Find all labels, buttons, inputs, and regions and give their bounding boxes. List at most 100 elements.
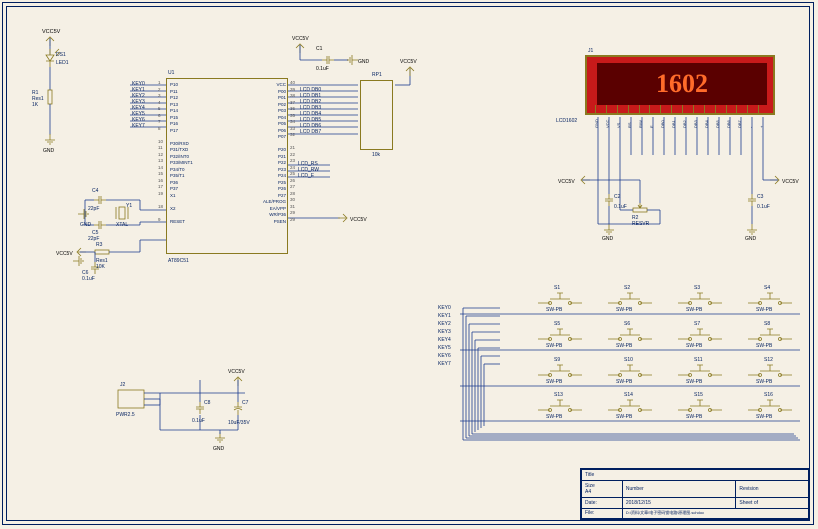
c8-val: 0.1uF xyxy=(192,418,205,424)
key-S11: S11 xyxy=(694,357,703,363)
key-S15: S15 xyxy=(694,392,703,398)
key-type-S12: SW-PB xyxy=(756,379,772,385)
y1-val: XTAL xyxy=(116,222,128,228)
mcu-pin-P02: P02 xyxy=(252,102,286,107)
svg-text:VCC5V: VCC5V xyxy=(558,179,575,185)
lcd-display-text: 1602 xyxy=(656,69,708,99)
tb-sheet: Sheet of xyxy=(739,500,758,506)
key-S4: S4 xyxy=(764,285,770,291)
ds1-ref: DS1 xyxy=(56,52,66,58)
mcu-pin-X2: X2 xyxy=(170,206,176,211)
key-type-S5: SW-PB xyxy=(546,343,562,349)
mcu-pin-P07: P07 xyxy=(252,134,286,139)
mcu-pin-P12: P12 xyxy=(170,95,178,100)
mcu-pin-P24: P24 xyxy=(252,173,286,178)
c6-val: 0.1uF xyxy=(82,276,95,282)
lcd-pin-DB0: DB0 xyxy=(660,120,665,128)
svg-text:VCC5V: VCC5V xyxy=(56,251,73,257)
kp-row-KEY0: KEY0 xyxy=(438,305,451,311)
tb-file: File: xyxy=(585,510,594,516)
tb-date: Date: xyxy=(585,500,597,506)
svg-text:GND: GND xyxy=(745,236,757,242)
r3-ref: R3 xyxy=(96,242,102,248)
key-type-S13: SW-PB xyxy=(546,414,562,420)
lcd-pin-DB4: DB4 xyxy=(704,120,709,128)
tb-number: Number xyxy=(626,486,644,492)
svg-text:0.1uF: 0.1uF xyxy=(316,66,329,72)
key-type-S1: SW-PB xyxy=(546,307,562,313)
kp-row-KEY7: KEY7 xyxy=(438,361,451,367)
mcu-pin-P21: P21 xyxy=(252,154,286,159)
mcu-pin-P26: P26 xyxy=(252,186,286,191)
mcu-pin-WR/P36: WR/P36 xyxy=(252,212,286,217)
svg-text:VCC5V: VCC5V xyxy=(400,59,417,65)
tb-datev: 2018/12/15 xyxy=(626,500,651,506)
lcd-pin--: - xyxy=(748,127,753,128)
svg-text:VCC5V: VCC5V xyxy=(782,179,799,185)
tb-rev: Revision xyxy=(739,486,758,492)
svg-text:VCC5V: VCC5V xyxy=(292,36,309,42)
key-type-S6: SW-PB xyxy=(616,343,632,349)
key-S8: S8 xyxy=(764,321,770,327)
mcu-pin-P22: P22 xyxy=(252,160,286,165)
mcu-pin-P13: P13 xyxy=(170,102,178,107)
kp-row-KEY1: KEY1 xyxy=(438,313,451,319)
key-S1: S1 xyxy=(554,285,560,291)
kp-row-KEY2: KEY2 xyxy=(438,321,451,327)
lcd-pin-VS: VS xyxy=(616,123,621,128)
c8-ref: C8 xyxy=(204,400,210,406)
mcu-pin-P11: P11 xyxy=(170,89,178,94)
key-type-S16: SW-PB xyxy=(756,414,772,420)
mcu-pin-P20: P20 xyxy=(252,147,286,152)
key-type-S9: SW-PB xyxy=(546,379,562,385)
mcu-pin-P30/RXD: P30/RXD xyxy=(170,141,189,146)
key-S14: S14 xyxy=(624,392,633,398)
lcd-pin-VCC: VCC xyxy=(605,120,610,128)
mcu-part: AT89C51 xyxy=(168,258,189,264)
mcu-pin-P10: P10 xyxy=(170,82,178,87)
j2-ref: J2 xyxy=(120,382,125,388)
pwr-ref: PWR2.5 xyxy=(116,412,135,418)
key-S13: S13 xyxy=(554,392,563,398)
led1-ref: LED1 xyxy=(56,60,69,66)
svg-text:C1: C1 xyxy=(316,46,323,52)
c2-ref: C2 xyxy=(614,194,620,200)
lcd-pin-GND: GND xyxy=(594,119,599,128)
mcu-pin-P14: P14 xyxy=(170,108,178,113)
mcu-pin-P03: P03 xyxy=(252,108,286,113)
kp-row-KEY4: KEY4 xyxy=(438,337,451,343)
resistor-pack xyxy=(360,80,393,150)
lcd-pin-R/W: R/W xyxy=(638,120,643,128)
key-type-S8: SW-PB xyxy=(756,343,772,349)
net-LCD-DB7: LCD DB7 xyxy=(300,129,321,135)
mcu-pin-ALE/PROG: ALE/PROG xyxy=(252,199,286,204)
kp-row-KEY5: KEY5 xyxy=(438,345,451,351)
lcd-pin-DB6: DB6 xyxy=(726,120,731,128)
mcu-pin-P33/MINT1: P33/MINT1 xyxy=(170,160,193,165)
key-type-S14: SW-PB xyxy=(616,414,632,420)
key-type-S2: SW-PB xyxy=(616,307,632,313)
mcu-pin-P05: P05 xyxy=(252,121,286,126)
mcu-pin-P04: P04 xyxy=(252,115,286,120)
lcd-pin-DB5: DB5 xyxy=(715,120,720,128)
c7-val: 10uF/35V xyxy=(228,420,250,426)
mcu-pin-P35/T1: P35/T1 xyxy=(170,173,185,178)
mcu-pin-P34/T0: P34/T0 xyxy=(170,167,185,172)
gnd-xtal: GND xyxy=(80,222,91,228)
lcd-module: 1602 xyxy=(585,55,775,115)
key-S3: S3 xyxy=(694,285,700,291)
lcd-pin-E: E xyxy=(649,125,654,128)
key-type-S15: SW-PB xyxy=(686,414,702,420)
mcu-pin-EA/VPP: EA/VPP xyxy=(252,206,286,211)
rp-ref: RP1 xyxy=(372,72,382,78)
lcd-pin-DB2: DB2 xyxy=(682,120,687,128)
key-type-S4: SW-PB xyxy=(756,307,772,313)
svg-text:GND: GND xyxy=(358,59,370,65)
key-S7: S7 xyxy=(694,321,700,327)
key-type-S7: SW-PB xyxy=(686,343,702,349)
mcu-pin-P16: P16 xyxy=(170,121,178,126)
title-block: Title SizeA4 Number Revision Date: 2018/… xyxy=(580,468,810,520)
lcd-pin-DB7: DB7 xyxy=(737,120,742,128)
key-type-S10: SW-PB xyxy=(616,379,632,385)
key-S10: S10 xyxy=(624,357,633,363)
